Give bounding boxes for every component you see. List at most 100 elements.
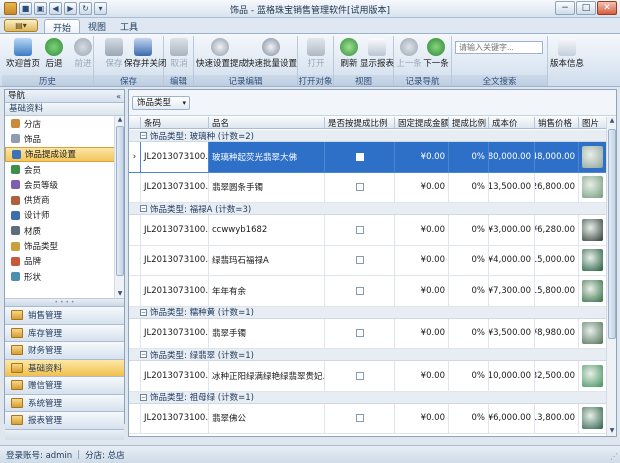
use-ratio-cell[interactable] (325, 215, 395, 246)
use-ratio-checkbox[interactable] (355, 371, 364, 380)
barcode-cell[interactable]: JL2013073100... (141, 172, 209, 203)
group-row[interactable]: − 饰品类型: 糯种黄 (计数=1) (129, 306, 607, 319)
next-button[interactable]: 下一条 (417, 37, 455, 73)
use-ratio-cell[interactable] (325, 361, 395, 392)
table-row[interactable]: JL2013073100...绿翡玛石福禄A ¥0.000%¥4,000.00¥1… (129, 245, 607, 276)
cost-cell[interactable]: ¥4,000.00 (489, 245, 535, 276)
table-row[interactable]: ›JL2013073100...玻璃种起荧光翡翠大佛 ¥0.000%¥80,000… (129, 142, 607, 173)
search-input[interactable] (455, 41, 543, 54)
nav-module[interactable]: 基础资料 (5, 359, 124, 377)
nav-item[interactable]: 形状 (5, 269, 124, 284)
barcode-cell[interactable]: JL2013073100... (141, 403, 209, 434)
save-close-button[interactable]: 保存并关闭 (124, 37, 167, 73)
nav-module[interactable]: 赠信管理 (5, 377, 124, 395)
nav-item[interactable]: 会员 (5, 162, 124, 177)
nav-module[interactable]: 库存管理 (5, 324, 124, 342)
use-ratio-cell[interactable] (325, 276, 395, 307)
use-ratio-cell[interactable] (325, 142, 395, 173)
name-cell[interactable]: 冰种正阳绿满绿艳绿翡翠贵妃... (209, 361, 325, 392)
fixed-commission-cell[interactable]: ¥0.00 (395, 172, 449, 203)
tab-home[interactable]: 开始 (44, 19, 81, 34)
nav-item[interactable]: 饰品提成设置 (5, 146, 124, 162)
fixed-commission-cell[interactable]: ¥0.00 (395, 318, 449, 349)
close-button[interactable]: ✕ (597, 1, 617, 15)
use-ratio-checkbox[interactable] (355, 183, 364, 192)
column-header[interactable]: 成本价 (489, 117, 535, 129)
nav-item[interactable]: 材质 (5, 223, 124, 238)
resize-grip-icon[interactable]: ⋰ (610, 452, 618, 461)
barcode-cell[interactable]: JL2013073100... (141, 215, 209, 246)
collapse-icon[interactable]: « (116, 91, 121, 103)
column-header[interactable]: 固定提成金额 (395, 117, 449, 129)
name-cell[interactable]: 翡翠手镯 (209, 318, 325, 349)
name-cell[interactable]: 玻璃种起荧光翡翠大佛 (209, 142, 325, 173)
scroll-thumb[interactable] (116, 126, 124, 276)
cost-cell[interactable]: ¥80,000.00 (489, 142, 535, 173)
commission-ratio-cell[interactable]: 0% (449, 142, 489, 173)
column-header[interactable]: 提成比例 (449, 117, 489, 129)
name-cell[interactable]: 年年有余 (209, 276, 325, 307)
barcode-cell[interactable]: JL2013073100... (141, 276, 209, 307)
use-ratio-checkbox[interactable] (355, 225, 364, 234)
collapse-toggle-icon[interactable]: − (140, 205, 147, 212)
commission-ratio-cell[interactable]: 0% (449, 403, 489, 434)
group-by-chip[interactable]: 饰品类型 ▾ (132, 96, 191, 110)
fixed-commission-cell[interactable]: ¥0.00 (395, 403, 449, 434)
use-ratio-cell[interactable] (325, 403, 395, 434)
collapse-toggle-icon[interactable]: − (140, 132, 147, 139)
commission-ratio-cell[interactable]: 0% (449, 172, 489, 203)
cost-cell[interactable]: ¥13,500.00 (489, 172, 535, 203)
price-cell[interactable]: ¥15,000.00 (535, 245, 579, 276)
use-ratio-checkbox[interactable] (355, 414, 364, 423)
scroll-down-icon[interactable]: ▼ (607, 427, 617, 436)
quick-commission-button[interactable]: 快速设置提成 (196, 37, 247, 73)
nav-module[interactable]: 销售管理 (5, 307, 124, 325)
fixed-commission-cell[interactable]: ¥0.00 (395, 215, 449, 246)
image-cell[interactable] (579, 215, 607, 246)
name-cell[interactable]: 绿翡玛石福禄A (209, 245, 325, 276)
nav-item[interactable]: 饰品类型 (5, 238, 124, 253)
image-cell[interactable] (579, 245, 607, 276)
nav-splitter[interactable]: • • • • (5, 299, 124, 307)
name-cell[interactable]: ccwwyb1682 (209, 215, 325, 246)
fixed-commission-cell[interactable]: ¥0.00 (395, 276, 449, 307)
price-cell[interactable]: ¥13,800.00 (535, 403, 579, 434)
version-info-button[interactable]: 版本信息 (548, 37, 586, 73)
image-cell[interactable] (579, 318, 607, 349)
cost-cell[interactable]: ¥10,000.00 (489, 361, 535, 392)
commission-ratio-cell[interactable]: 0% (449, 318, 489, 349)
cancel-button[interactable]: 取消 (160, 37, 198, 73)
scroll-up-icon[interactable]: ▲ (115, 116, 124, 125)
nav-item[interactable]: 供货商 (5, 192, 124, 207)
fixed-commission-cell[interactable]: ¥0.00 (395, 245, 449, 276)
name-cell[interactable]: 翡翠圆条手镯 (209, 172, 325, 203)
column-header[interactable]: 销售价格 (535, 117, 579, 129)
price-cell[interactable]: ¥15,800.00 (535, 276, 579, 307)
application-menu-button[interactable]: ▤▾ (4, 19, 38, 32)
commission-ratio-cell[interactable]: 0% (449, 361, 489, 392)
barcode-cell[interactable]: JL2013073100... (141, 361, 209, 392)
fixed-commission-cell[interactable]: ¥0.00 (395, 361, 449, 392)
collapse-toggle-icon[interactable]: − (140, 393, 147, 401)
cost-cell[interactable]: ¥3,000.00 (489, 215, 535, 246)
price-cell[interactable]: ¥148,000.00 (535, 142, 579, 173)
nav-item[interactable]: 设计师 (5, 208, 124, 223)
cost-cell[interactable]: ¥6,000.00 (489, 403, 535, 434)
column-header[interactable]: 图片 (579, 117, 607, 129)
price-cell[interactable]: ¥26,800.00 (535, 172, 579, 203)
table-row[interactable]: JL2013073100... 翡翠手镯 ¥0.00 0% ¥3,500.00 ¥8,98… (129, 318, 607, 349)
nav-module[interactable]: 财务管理 (5, 342, 124, 360)
nav-item[interactable]: 饰品 (5, 131, 124, 146)
group-row[interactable]: − 饰品类型: 福禄A (计数=3) (129, 203, 607, 215)
image-cell[interactable] (579, 142, 607, 173)
grid-scrollbar[interactable]: ▲ ▼ (606, 117, 616, 436)
tab-view[interactable]: 视图 (80, 19, 114, 33)
commission-ratio-cell[interactable]: 0% (449, 245, 489, 276)
nav-item[interactable]: 分店 (5, 116, 124, 131)
nav-item[interactable]: 品牌 (5, 254, 124, 269)
table-row[interactable]: JL2013073100... ccwwyb1682 ¥0.00 0% ¥3,000.0… (129, 215, 607, 246)
price-cell[interactable]: ¥6,280.00 (535, 215, 579, 246)
use-ratio-checkbox[interactable] (355, 329, 364, 338)
minimize-button[interactable]: − (555, 1, 575, 15)
image-cell[interactable] (579, 276, 607, 307)
